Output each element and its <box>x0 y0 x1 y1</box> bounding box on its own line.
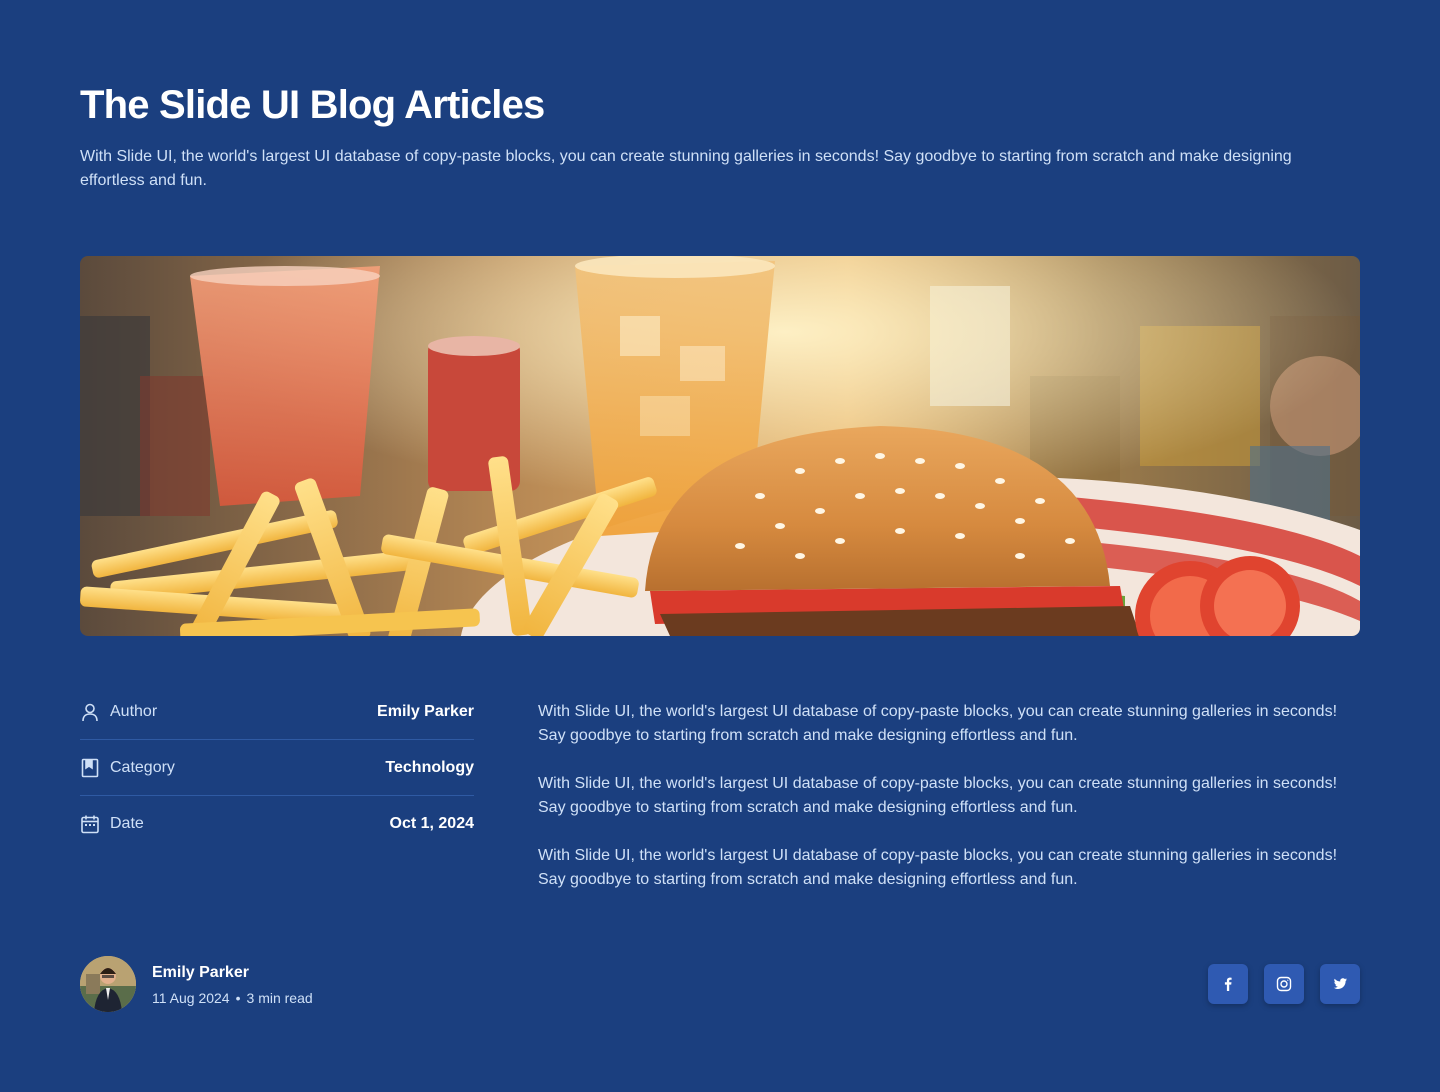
calendar-icon <box>80 814 100 834</box>
article-paragraph: With Slide UI, the world's largest UI da… <box>538 703 1338 744</box>
page-title: The Slide UI Blog Articles <box>80 83 545 127</box>
twitter-button[interactable] <box>1320 964 1360 1004</box>
avatar <box>80 956 136 1012</box>
page-subtitle: With Slide UI, the world's largest UI da… <box>80 148 1292 189</box>
meta-row-category: Category Technology <box>80 740 474 796</box>
meta-value: Technology <box>385 758 474 776</box>
author-subline: 11 Aug 2024 • 3 min read <box>152 989 313 1007</box>
instagram-icon <box>1276 976 1292 992</box>
read-time: 3 min read <box>246 989 313 1006</box>
meta-value: Emily Parker <box>377 702 474 720</box>
meta-row-date: Date Oct 1, 2024 <box>80 796 474 851</box>
publish-date: 11 Aug 2024 <box>152 989 230 1006</box>
social-links <box>1208 964 1360 1004</box>
facebook-button[interactable] <box>1208 964 1248 1004</box>
user-icon <box>80 702 100 722</box>
meta-label: Category <box>110 758 175 776</box>
twitter-icon <box>1332 976 1348 992</box>
author-name: Emily Parker <box>152 963 249 981</box>
meta-row-author: Author Emily Parker <box>80 684 474 740</box>
article-body: With Slide UI, the world's largest UI da… <box>538 700 1338 916</box>
bookmark-icon <box>80 758 100 778</box>
facebook-icon <box>1220 976 1236 992</box>
article-paragraph: With Slide UI, the world's largest UI da… <box>538 847 1338 888</box>
separator-dot: • <box>235 989 241 1006</box>
meta-label: Author <box>110 702 158 720</box>
article-paragraph: With Slide UI, the world's largest UI da… <box>538 775 1338 816</box>
author-card: Emily Parker 11 Aug 2024 • 3 min read <box>80 956 313 1012</box>
instagram-button[interactable] <box>1264 964 1304 1004</box>
meta-value: Oct 1, 2024 <box>389 814 475 832</box>
article-meta: Author Emily Parker Category Technology <box>80 684 474 851</box>
hero-image <box>80 256 1360 636</box>
blog-article-page: The Slide UI Blog Articles With Slide UI… <box>80 0 1360 1092</box>
meta-label: Date <box>110 814 144 832</box>
